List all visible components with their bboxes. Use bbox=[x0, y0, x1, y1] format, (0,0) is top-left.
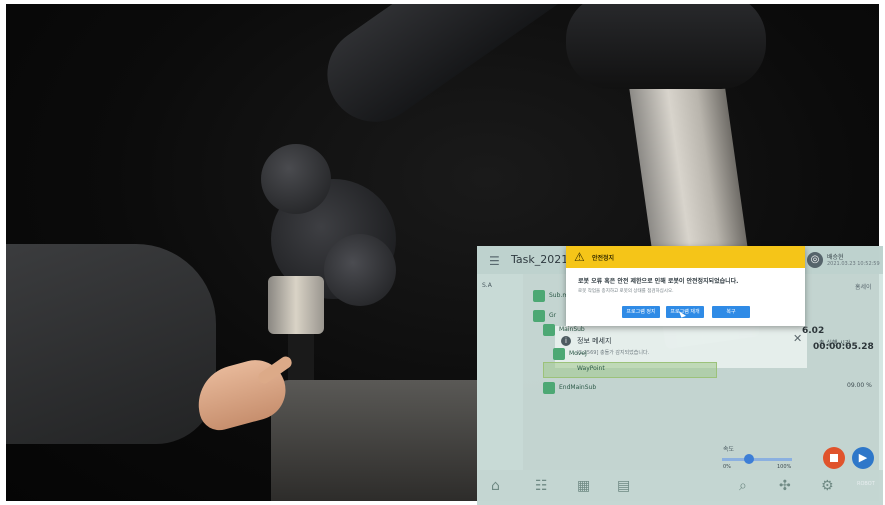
tree-item[interactable]: EndMainSub bbox=[559, 384, 596, 391]
tree-node-icon bbox=[553, 348, 565, 360]
sidebar-tab[interactable]: S.A bbox=[482, 282, 516, 294]
search-icon[interactable]: ⌕ bbox=[739, 478, 747, 494]
info-icon: i bbox=[561, 336, 571, 346]
value-display: 6.02 bbox=[802, 326, 825, 336]
info-subtitle: [5.1569] 충돌가 감지되었습니다. bbox=[577, 350, 650, 356]
dialog-message: 로봇 오류 혹은 안전 제한으로 인해 로봇이 안전정지되었습니다. bbox=[578, 278, 739, 285]
tree-node-icon bbox=[533, 310, 545, 322]
menu-icon[interactable]: ☰ bbox=[489, 254, 500, 268]
warning-icon: ⚠ bbox=[574, 250, 585, 264]
work-table bbox=[271, 380, 491, 501]
robot-tool-flange bbox=[268, 276, 324, 334]
home-icon[interactable]: ⌂ bbox=[491, 478, 500, 494]
settings-icon[interactable]: ⚙ bbox=[821, 478, 834, 494]
percent-readout: 09.00 % bbox=[847, 382, 872, 389]
tree-node-icon bbox=[543, 382, 555, 394]
setup-icon[interactable]: ☷ bbox=[535, 478, 548, 494]
robot-shoulder-joint bbox=[566, 4, 766, 89]
dialog-sub-message: 로봇 작업을 종지하고 로봇의 상태를 점검하십시오. bbox=[578, 289, 674, 294]
user-icon[interactable]: ◎ bbox=[807, 252, 823, 268]
speed-slider-knob[interactable] bbox=[744, 454, 754, 464]
tree-node-icon bbox=[533, 290, 545, 302]
user-name: 배승현 bbox=[827, 254, 844, 261]
watermark: ROBOT bbox=[857, 481, 875, 487]
speed-slider[interactable] bbox=[722, 458, 792, 461]
video-frame: { "pendant": { "task_title": "Task_20210… bbox=[0, 0, 885, 505]
info-title: 정보 메세지 bbox=[577, 337, 612, 345]
elapsed-time: 00:00:05.28 bbox=[813, 342, 874, 352]
recover-button[interactable]: 복구 bbox=[712, 306, 750, 318]
tree-item-selected[interactable] bbox=[543, 362, 717, 378]
user-time: 2021.03.23 10:52:59 bbox=[827, 261, 880, 267]
stop-icon bbox=[830, 454, 838, 462]
program-icon[interactable]: ▦ bbox=[577, 478, 590, 494]
stop-program-button[interactable]: 프로그램 정지 bbox=[622, 306, 660, 318]
robot-wrist-top bbox=[261, 144, 331, 214]
close-icon[interactable]: ✕ bbox=[793, 332, 802, 345]
robot-joint-cap bbox=[324, 234, 396, 306]
speed-label: 속도 bbox=[723, 446, 735, 453]
tree-item[interactable]: Gr bbox=[549, 312, 556, 319]
tab-home[interactable]: 홈세이 bbox=[855, 282, 872, 291]
document-icon[interactable]: ▤ bbox=[617, 478, 630, 494]
tree-item-selected-label: WayPoint bbox=[577, 365, 605, 372]
move-icon[interactable]: ✣ bbox=[779, 478, 791, 494]
play-button[interactable]: ▶ bbox=[852, 447, 874, 469]
tree-item[interactable]: MainSub bbox=[559, 326, 585, 333]
dialog-title: 안전정지 bbox=[592, 255, 615, 262]
tree-item[interactable]: MoveJ bbox=[569, 350, 587, 357]
tree-node-icon bbox=[543, 324, 555, 336]
person-sleeve bbox=[6, 244, 216, 444]
pendant-sidebar bbox=[477, 274, 523, 474]
